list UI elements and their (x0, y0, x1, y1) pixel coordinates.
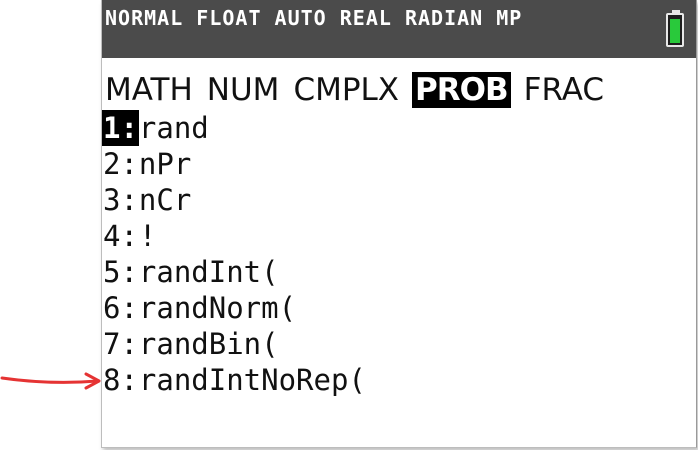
tab-frac[interactable]: FRAC (523, 72, 605, 108)
annotation-arrow-icon (0, 372, 101, 390)
menu-item-npr[interactable]: 2:nPr (102, 146, 366, 182)
menu-item-number: 8: (103, 363, 138, 397)
page: NORMAL FLOAT AUTO REAL RADIAN MP MATH NUM… (0, 0, 698, 450)
menu-item-number: 2: (103, 147, 138, 181)
menu-item-label: rand (138, 111, 209, 145)
menu-item-number: 3: (103, 183, 138, 217)
menu-item-rand[interactable]: 1:rand (102, 110, 366, 146)
menu-item-factorial[interactable]: 4:! (102, 218, 366, 254)
menu-item-label: nPr (138, 147, 192, 181)
menu-item-label: ! (138, 219, 157, 253)
menu-item-label: randNorm( (138, 291, 297, 325)
menu-tabs: MATH NUM CMPLX PROB FRAC (104, 72, 617, 108)
battery-icon (666, 13, 684, 47)
menu-item-number: 6: (103, 291, 138, 325)
menu-item-label: randIntNoRep( (138, 363, 366, 397)
menu-item-randintnorep[interactable]: 8:randIntNoRep( (102, 362, 366, 398)
tab-math[interactable]: MATH (104, 72, 194, 108)
menu-item-number: 7: (103, 327, 138, 361)
tab-cmplx[interactable]: CMPLX (292, 72, 400, 108)
status-bar: NORMAL FLOAT AUTO REAL RADIAN MP (102, 0, 696, 58)
menu-item-label: nCr (138, 183, 192, 217)
arrow-shaft (0, 376, 100, 384)
menu-item-ncr[interactable]: 3:nCr (102, 182, 366, 218)
tab-num[interactable]: NUM (206, 72, 281, 108)
menu-item-randnorm[interactable]: 6:randNorm( (102, 290, 366, 326)
prob-menu-list: 1:rand 2:nPr 3:nCr 4:! 5:randInt( 6:rand… (102, 110, 366, 398)
battery-level (670, 19, 680, 43)
menu-item-number: 1: (102, 110, 139, 146)
mode-status-text: NORMAL FLOAT AUTO REAL RADIAN MP (105, 6, 523, 30)
menu-item-randbin[interactable]: 7:randBin( (102, 326, 366, 362)
calculator-screen: NORMAL FLOAT AUTO REAL RADIAN MP MATH NUM… (101, 0, 697, 448)
tab-prob[interactable]: PROB (412, 72, 511, 108)
menu-item-number: 5: (103, 255, 138, 289)
menu-item-label: randInt( (138, 255, 279, 289)
menu-item-number: 4: (103, 219, 138, 253)
menu-item-randint[interactable]: 5:randInt( (102, 254, 366, 290)
menu-item-label: randBin( (138, 327, 279, 361)
